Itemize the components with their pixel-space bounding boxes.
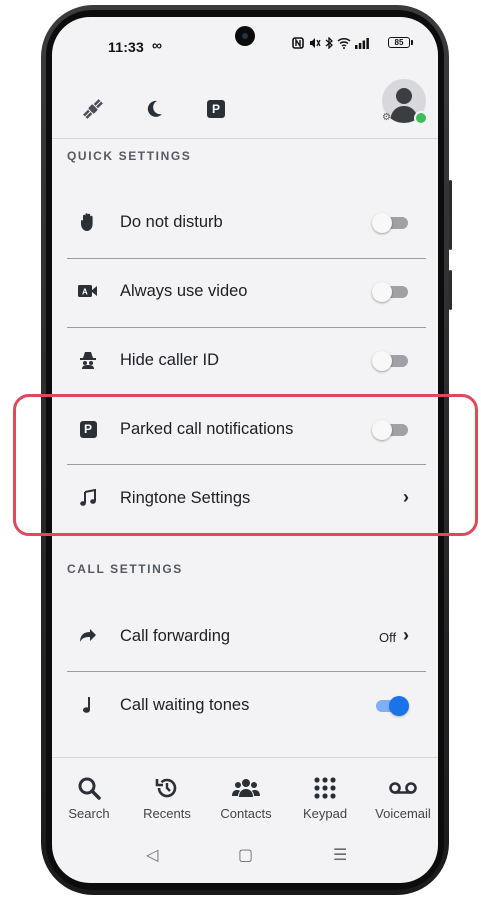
row-label: Hide caller ID <box>120 351 220 369</box>
video-icon: A <box>77 280 99 302</box>
chevron-right-icon: › <box>403 625 409 645</box>
row-always-use-video[interactable]: A Always use video <box>67 258 427 326</box>
bluetooth-icon <box>325 37 333 49</box>
dnd-toggle[interactable] <box>372 213 408 233</box>
row-label: Always use video <box>120 282 248 300</box>
section-title-call-settings: CALL SETTINGS <box>67 562 183 576</box>
system-nav-bar: ◁ ▢ ☰ <box>52 845 438 869</box>
nav-label: Contacts <box>220 806 272 821</box>
satellite-icon[interactable] <box>79 95 107 123</box>
moon-icon[interactable] <box>140 95 168 123</box>
status-time: 11:33 <box>108 39 145 55</box>
row-label: Call forwarding <box>120 627 231 645</box>
front-camera <box>235 26 255 46</box>
row-hide-caller-id[interactable]: Hide caller ID <box>67 327 427 395</box>
caller-id-toggle[interactable] <box>372 351 408 371</box>
row-label: Do not disturb <box>120 213 223 231</box>
forwarding-status: Off <box>379 630 397 645</box>
nav-search[interactable]: Search <box>54 772 124 821</box>
signal-icon <box>355 38 369 49</box>
nav-label: Voicemail <box>375 806 431 821</box>
power-button <box>449 180 452 250</box>
status-icons <box>292 37 369 49</box>
park-glyph: P <box>207 100 225 118</box>
link-icon: ∞ <box>152 37 162 53</box>
nav-label: Keypad <box>302 806 348 821</box>
nav-label: Search <box>68 806 110 821</box>
row-do-not-disturb[interactable]: Do not disturb <box>67 189 427 257</box>
section-title-quick-settings: QUICK SETTINGS <box>67 149 192 163</box>
row-label: Call waiting tones <box>120 696 250 714</box>
highlight-box <box>13 394 478 536</box>
svg-text:A: A <box>82 288 88 297</box>
status-bar: 11:33 ∞ 85 <box>52 17 438 65</box>
bottom-nav: Search Recents Contacts Keypad Voicemail <box>52 757 438 834</box>
video-toggle[interactable] <box>372 282 408 302</box>
gear-icon[interactable]: ⚙ <box>382 112 391 123</box>
voicemail-icon <box>368 772 438 804</box>
keypad-icon <box>290 772 360 804</box>
call-waiting-toggle[interactable] <box>372 696 409 716</box>
spy-icon <box>77 349 99 371</box>
history-icon <box>132 772 202 804</box>
note-icon <box>77 694 99 716</box>
park-icon[interactable]: P <box>202 95 230 123</box>
recents-button[interactable]: ☰ <box>333 845 347 865</box>
app-toolbar: P <box>52 77 438 141</box>
battery-icon: 85 <box>388 37 413 48</box>
back-button[interactable]: ◁ <box>146 845 158 865</box>
row-call-waiting-tones[interactable]: Call waiting tones <box>67 672 427 740</box>
nav-label: Recents <box>143 806 191 821</box>
nav-voicemail[interactable]: Voicemail <box>368 772 438 821</box>
forward-icon <box>77 625 99 647</box>
search-icon <box>54 772 124 804</box>
hand-icon <box>77 211 99 233</box>
nav-contacts[interactable]: Contacts <box>211 772 281 821</box>
nav-keypad[interactable]: Keypad <box>290 772 360 821</box>
mute-icon <box>310 38 321 48</box>
nfc-icon <box>292 37 304 49</box>
toolbar-divider <box>52 138 438 139</box>
battery-level: 85 <box>394 38 404 47</box>
presence-indicator <box>414 111 428 125</box>
wifi-icon <box>337 37 351 49</box>
volume-button <box>449 270 452 310</box>
home-button[interactable]: ▢ <box>238 845 253 865</box>
contacts-icon <box>211 772 281 804</box>
row-call-forwarding[interactable]: Call forwarding Off › <box>67 603 427 671</box>
nav-recents[interactable]: Recents <box>132 772 202 821</box>
